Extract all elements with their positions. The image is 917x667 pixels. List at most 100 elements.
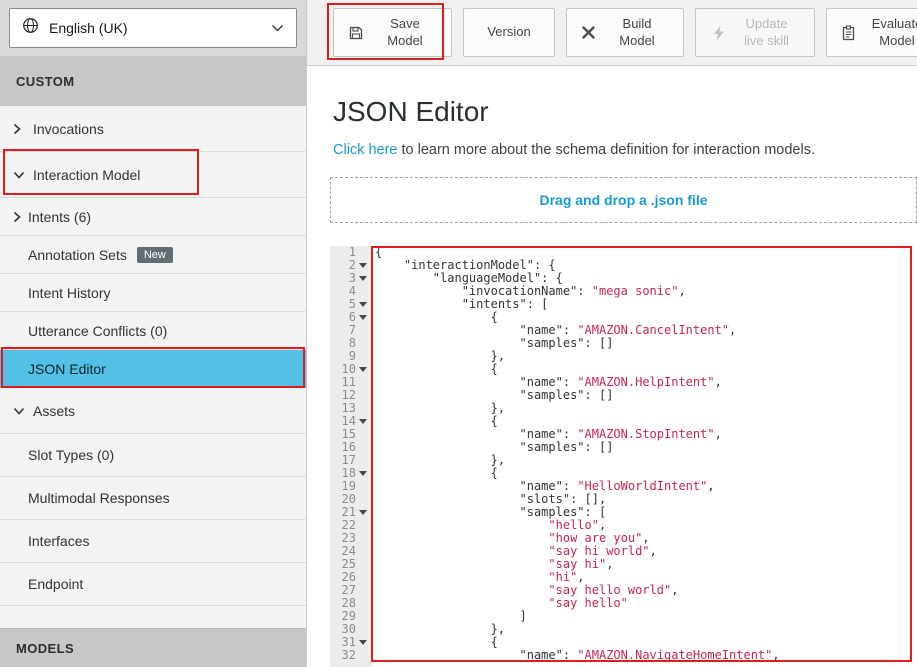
evaluate-model-button[interactable]: Evaluate Model [826, 8, 917, 57]
code-punct [375, 505, 520, 519]
sidebar-item-json-editor[interactable]: JSON Editor [0, 350, 306, 388]
code-punct [375, 531, 548, 545]
code-punct: , [707, 479, 714, 493]
schema-help-rest: to learn more about the schema definitio… [397, 142, 815, 158]
code-key: "name" [520, 375, 563, 389]
button-label: Build Model [605, 16, 669, 49]
fold-arrow-slot [356, 276, 370, 281]
fold-arrow-icon[interactable] [359, 302, 367, 307]
sidebar-item-intent-history[interactable]: Intent History [0, 274, 306, 312]
code-punct: : { [541, 271, 563, 285]
code-punct: { [375, 466, 498, 480]
fold-arrow-icon[interactable] [359, 471, 367, 476]
click-here-link[interactable]: Click here [333, 142, 397, 158]
code-key: "samples" [520, 388, 585, 402]
sidebar-item-intents-6[interactable]: Intents (6) [0, 198, 306, 236]
fold-arrow-icon[interactable] [359, 419, 367, 424]
code-punct: , [642, 531, 649, 545]
save-model-button[interactable]: Save Model [333, 8, 452, 57]
code-key: "interactionModel" [404, 258, 534, 272]
code-punct [375, 557, 548, 571]
main-content: JSON Editor Click here to learn more abo… [307, 66, 917, 667]
button-label: Update live skill [735, 16, 799, 49]
toolbar: Save ModelVersion Build Model Update live … [307, 0, 917, 66]
code-key: "name" [520, 323, 563, 337]
code-punct [375, 427, 520, 441]
chevron-down-icon [13, 171, 25, 179]
code-key: "slots" [520, 492, 571, 506]
code-punct: , [650, 544, 657, 558]
chevron-right-icon [13, 211, 21, 223]
fold-arrow-slot [356, 367, 370, 372]
version-button[interactable]: Version [463, 8, 555, 57]
code-punct: , [671, 583, 678, 597]
code-punct: { [375, 414, 498, 428]
code-key: "invocationName" [462, 284, 578, 298]
build-model-button[interactable]: Build Model [566, 8, 684, 57]
code-punct: : [563, 375, 577, 389]
code-string-value: "AMAZON.CancelIntent" [577, 323, 729, 337]
chevron-down-icon [13, 407, 25, 415]
fold-arrow-icon[interactable] [359, 315, 367, 320]
fold-arrow-slot [356, 640, 370, 645]
json-dropzone[interactable]: Drag and drop a .json file [330, 177, 917, 223]
fold-arrow-icon[interactable] [359, 367, 367, 372]
update-live-skill-button[interactable]: Update live skill [695, 8, 815, 57]
sidebar-item-interfaces[interactable]: Interfaces [0, 520, 306, 563]
code-punct: }, [375, 622, 505, 636]
code-punct [375, 323, 520, 337]
sidebar-item-label: JSON Editor [28, 361, 106, 377]
code-key: "name" [520, 427, 563, 441]
sidebar-item-label: Endpoint [28, 576, 83, 592]
code-punct: : [563, 427, 577, 441]
sidebar-item-label: Annotation Sets [28, 247, 127, 263]
sidebar-item-endpoint[interactable]: Endpoint [0, 563, 306, 606]
json-code-editor[interactable]: 1234567891011121314151617181920212223242… [330, 246, 917, 667]
fold-arrow-slot [356, 471, 370, 476]
fold-arrow-icon[interactable] [359, 263, 367, 268]
code-punct: : [563, 479, 577, 493]
code-key: "name" [520, 648, 563, 662]
code-string-value: "say hello world" [548, 583, 671, 597]
sidebar-item-label: Interaction Model [33, 167, 140, 183]
code-punct: : [ [527, 297, 549, 311]
code-punct: { [375, 362, 498, 376]
code-punct [375, 388, 520, 402]
dropzone-label: Drag and drop a .json file [539, 192, 707, 208]
sidebar-item-label: Utterance Conflicts (0) [28, 323, 167, 339]
code-punct: , [715, 375, 722, 389]
sidebar-item-assets[interactable]: Assets [0, 388, 306, 434]
sidebar-item-multimodal-responses[interactable]: Multimodal Responses [0, 477, 306, 520]
code-punct [375, 336, 520, 350]
code-punct: , [729, 323, 736, 337]
code-string-value: "mega sonic" [592, 284, 679, 298]
sidebar-item-slot-types-0[interactable]: Slot Types (0) [0, 434, 306, 477]
code-line[interactable]: "name": "AMAZON.NavigateHomeIntent", [375, 649, 917, 662]
code-punct [375, 544, 548, 558]
sidebar-item-interaction-model[interactable]: Interaction Model [0, 152, 306, 198]
sidebar-spacer [0, 606, 306, 628]
sidebar-item-utterance-conflicts-0[interactable]: Utterance Conflicts (0) [0, 312, 306, 350]
editor-code[interactable]: { "interactionModel": { "languageModel":… [372, 246, 917, 667]
code-string-value: "say hi" [548, 557, 606, 571]
code-punct: : [] [585, 440, 614, 454]
sidebar-item-annotation-sets[interactable]: Annotation Sets New [0, 236, 306, 274]
code-key: "languageModel" [433, 271, 541, 285]
fold-arrow-icon[interactable] [359, 640, 367, 645]
fold-arrow-slot [356, 510, 370, 515]
globe-icon [22, 17, 39, 39]
code-punct: , [772, 648, 779, 662]
code-key: "intents" [462, 297, 527, 311]
code-punct [375, 596, 548, 610]
code-string-value: "say hi world" [548, 544, 649, 558]
language-label: English (UK) [49, 20, 271, 36]
new-badge: New [137, 247, 173, 263]
fold-arrow-icon[interactable] [359, 510, 367, 515]
code-punct: , [606, 557, 613, 571]
language-selector[interactable]: English (UK) [9, 8, 297, 48]
code-punct [375, 297, 462, 311]
code-punct [375, 271, 433, 285]
fold-arrow-icon[interactable] [359, 276, 367, 281]
button-label: Evaluate Model [865, 16, 917, 49]
sidebar-item-invocations[interactable]: Invocations [0, 106, 306, 152]
